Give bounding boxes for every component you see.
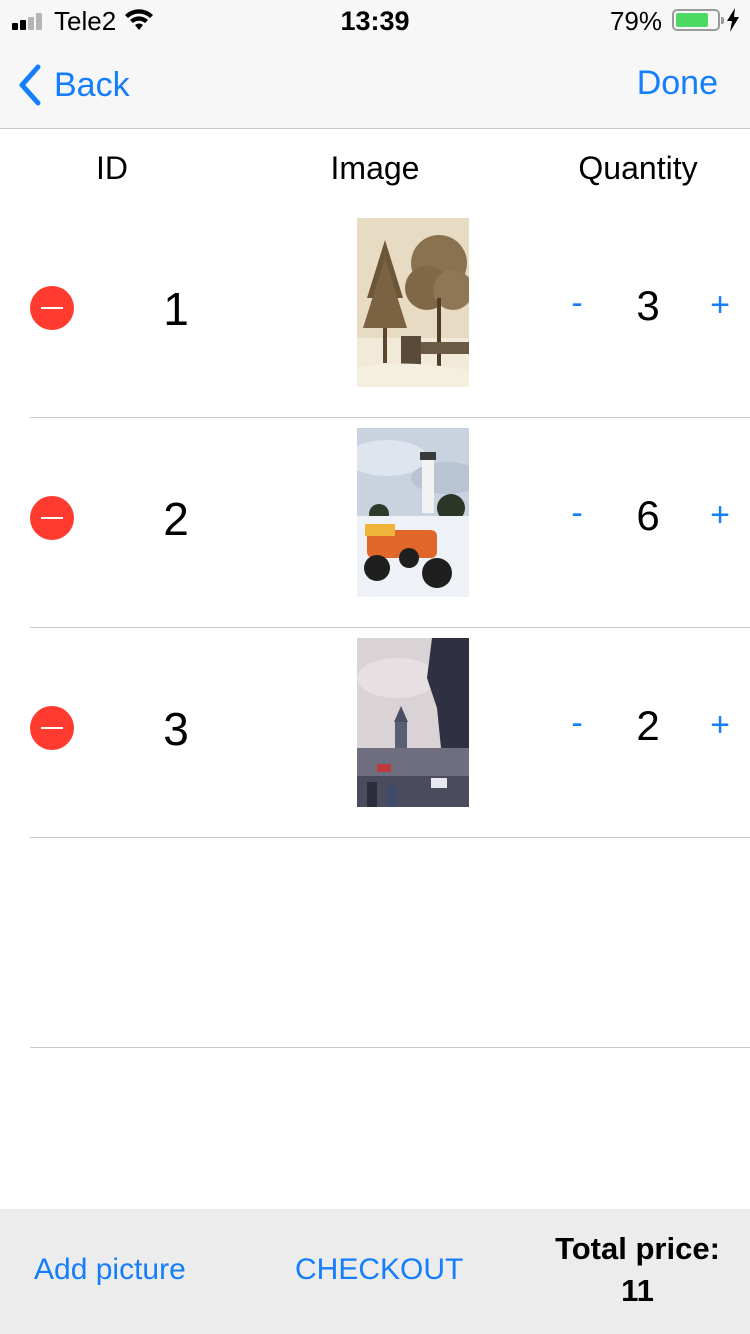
increase-quantity-button[interactable]: + bbox=[702, 496, 738, 535]
table-row: 3 - 2 + bbox=[0, 628, 750, 838]
battery-percent: 79% bbox=[609, 6, 662, 36]
column-header-quantity: Quantity bbox=[578, 150, 698, 186]
quantity-value: 6 bbox=[636, 492, 660, 539]
thumbnail-snowy-trees bbox=[357, 218, 469, 387]
back-button[interactable]: Back bbox=[16, 62, 130, 108]
total-price-value: 11 bbox=[621, 1273, 654, 1308]
delete-row-button[interactable] bbox=[30, 286, 74, 330]
thumbnail-lighthouse-atv bbox=[357, 428, 469, 597]
empty-table-row bbox=[0, 838, 750, 1048]
table-row: 1 - 3 + bbox=[0, 208, 750, 418]
status-bar: Tele2 13:39 79% bbox=[0, 0, 750, 40]
increase-quantity-button[interactable]: + bbox=[702, 286, 738, 325]
navigation-bar: Back Done bbox=[0, 40, 750, 129]
add-picture-button[interactable]: Add picture bbox=[34, 1253, 186, 1287]
done-button[interactable]: Done bbox=[637, 64, 718, 103]
back-label: Back bbox=[54, 65, 130, 104]
table-row: 2 - 6 + bbox=[0, 418, 750, 628]
row-id: 2 bbox=[163, 493, 189, 545]
decrease-quantity-button[interactable]: - bbox=[562, 494, 592, 533]
increase-quantity-button[interactable]: + bbox=[702, 706, 738, 745]
battery-icon bbox=[672, 9, 724, 31]
row-id: 3 bbox=[163, 703, 189, 755]
delete-row-button[interactable] bbox=[30, 496, 74, 540]
delete-row-button[interactable] bbox=[30, 706, 74, 750]
checkout-button[interactable]: CHECKOUT bbox=[295, 1253, 463, 1287]
decrease-quantity-button[interactable]: - bbox=[562, 284, 592, 323]
column-header-image: Image bbox=[330, 150, 420, 186]
row-id: 1 bbox=[163, 283, 189, 335]
bottom-toolbar: Add picture CHECKOUT Total price: 11 bbox=[0, 1209, 750, 1334]
charging-bolt-icon bbox=[727, 8, 739, 32]
total-price-label: Total price: bbox=[555, 1231, 720, 1266]
column-header-id: ID bbox=[96, 150, 128, 186]
chevron-left-icon bbox=[19, 64, 41, 106]
row-divider bbox=[30, 1047, 750, 1048]
quantity-value: 2 bbox=[636, 702, 660, 749]
quantity-value: 3 bbox=[636, 282, 660, 329]
thumbnail-city-street bbox=[357, 638, 469, 807]
decrease-quantity-button[interactable]: - bbox=[562, 704, 592, 743]
